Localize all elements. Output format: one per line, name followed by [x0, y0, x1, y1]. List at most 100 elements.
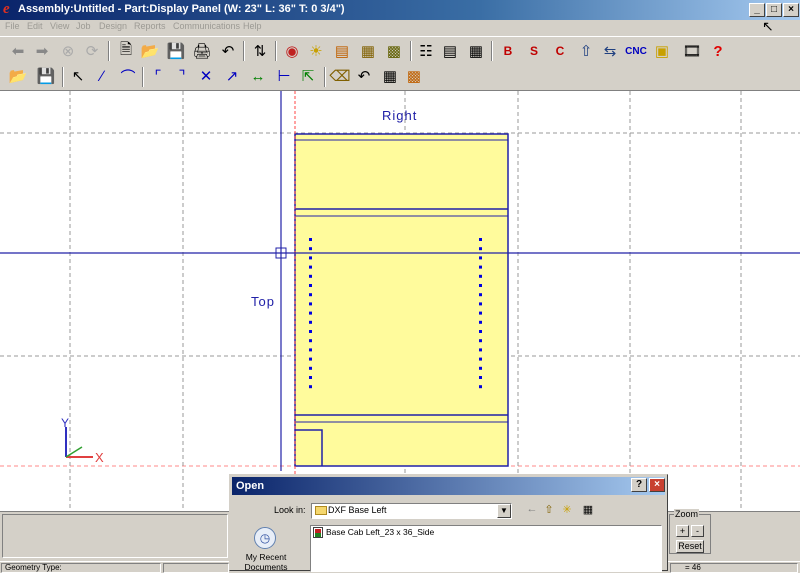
cabinet-icon[interactable]: ▦ [356, 40, 380, 62]
transfer-icon[interactable]: ⇆ [598, 40, 622, 62]
panel-stack-icon[interactable]: ▩ [382, 40, 406, 62]
back-folder-icon[interactable]: ← [524, 501, 540, 517]
maximize-button[interactable]: □ [766, 3, 782, 17]
help-icon[interactable]: ? [706, 40, 730, 62]
shelf-hole [479, 366, 482, 370]
file-name: Base Cab Left_23 x 36_Side [326, 527, 435, 537]
y-axis-label: Y [61, 416, 70, 430]
shelf-hole [479, 357, 482, 361]
up-folder-icon[interactable]: ⇧ [541, 501, 557, 517]
title-bar: e Assembly:Untitled - Part:Display Panel… [0, 0, 800, 20]
undo-draw-icon[interactable]: ↶ [352, 65, 376, 87]
select-pointer-icon[interactable]: ↖ [66, 65, 90, 87]
dxf-file-icon [313, 527, 323, 538]
dimension-tool-icon[interactable]: ↔ [246, 65, 270, 87]
menu-design[interactable]: Design [99, 21, 127, 31]
cnc-button[interactable]: CNC [624, 40, 648, 62]
chevron-down-icon[interactable]: ▼ [497, 504, 511, 518]
recent-documents-icon[interactable]: ◷ [254, 527, 276, 549]
menu-edit[interactable]: Edit [27, 21, 43, 31]
s-report-icon[interactable]: S [522, 40, 546, 62]
menu-file[interactable]: File [5, 21, 20, 31]
save-part-icon[interactable]: 💾 [34, 65, 58, 87]
shelf-hole [309, 330, 312, 333]
view-label-right: Right [382, 108, 418, 123]
drawing-toolbar: 📂 💾 ↖ ∕ ⌒ ⌜ ⌝ ✕ ↗ ↔ ⊢ ⇱ ⌫ ↶ ▦ ▩ [0, 64, 800, 91]
new-file-icon[interactable]: 🗎 [114, 40, 138, 62]
layers-icon[interactable]: ▩ [402, 65, 426, 87]
shelf-hole [309, 238, 312, 241]
shelf-hole [479, 330, 482, 333]
parts-list-icon[interactable]: ▤ [438, 40, 462, 62]
separator [243, 41, 245, 61]
view-menu-icon[interactable]: ▦ [578, 501, 598, 517]
print-icon[interactable]: 🖨 [190, 40, 214, 62]
move-tool-icon[interactable]: ⇱ [296, 65, 320, 87]
dialog-title: Open [236, 480, 265, 492]
shelf-hole [309, 339, 312, 343]
fillet-tool-icon[interactable]: ⌜ [146, 65, 170, 87]
minimize-button[interactable]: _ [749, 3, 765, 17]
shelf-hole [479, 284, 482, 287]
round-corner-icon[interactable]: ⌝ [170, 65, 194, 87]
material-icon[interactable]: ◉ [280, 40, 304, 62]
shelf-hole [479, 339, 482, 343]
grid-report-icon[interactable]: ▦ [464, 40, 488, 62]
eraser-icon[interactable]: ⌫ [328, 65, 352, 87]
shelf-hole [479, 238, 482, 241]
new-folder-icon[interactable]: ✳ [559, 501, 575, 517]
c-report-icon[interactable]: C [548, 40, 572, 62]
shelf-hole [309, 265, 312, 269]
offset-tool-icon[interactable]: ⊢ [272, 65, 296, 87]
undo-icon[interactable]: ↶ [216, 40, 240, 62]
grid-toggle-icon[interactable]: ▦ [378, 65, 402, 87]
stop-icon[interactable]: ⊗ [56, 40, 80, 62]
arc-tool-icon[interactable]: ⌒ [116, 65, 140, 87]
file-list[interactable]: Base Cab Left_23 x 36_Side [310, 525, 662, 572]
calculator-icon[interactable]: ☷ [414, 40, 438, 62]
close-button[interactable]: × [783, 3, 799, 17]
rendering-icon[interactable]: ▤ [330, 40, 354, 62]
trim-tool-icon[interactable]: ✕ [194, 65, 218, 87]
line-tool-icon[interactable]: ∕ [90, 65, 114, 87]
forward-icon[interactable]: ➡ [30, 40, 54, 62]
place-recent-documents[interactable]: My Recent Documents [236, 552, 296, 572]
save-icon[interactable]: 💾 [164, 40, 188, 62]
shelf-hole [309, 302, 312, 306]
zoom-out-button[interactable]: - [691, 525, 704, 537]
back-icon[interactable]: ⬅ [6, 40, 30, 62]
main-toolbar: ⬅ ➡ ⊗ ⟳ 🗎 📂 💾 🖨 ↶ ⇅ ◉ ☀ ▤ ▦ ▩ ☷ ▤ ▦ B S … [0, 36, 800, 65]
shelf-hole [479, 265, 482, 269]
shelf-hole [479, 274, 482, 278]
separator [62, 67, 64, 87]
menu-help[interactable]: Help [243, 21, 262, 31]
dialog-help-button[interactable]: ? [631, 478, 647, 492]
palette-icon[interactable]: ▣ [650, 40, 674, 62]
x-axis-label: X [95, 450, 104, 465]
zoom-reset-button[interactable]: Reset [676, 540, 704, 553]
light-icon[interactable]: ☀ [304, 40, 328, 62]
drawing-canvas[interactable]: Right Top Y X [0, 91, 800, 511]
menu-communications[interactable]: Communications [173, 21, 240, 31]
z-axis-line [65, 446, 83, 458]
menu-reports[interactable]: Reports [134, 21, 166, 31]
menu-bar: File Edit View Job Design Reports Commun… [0, 20, 800, 35]
extend-tool-icon[interactable]: ↗ [220, 65, 244, 87]
film-icon[interactable]: 🎞 [680, 40, 704, 62]
adjust-icon[interactable]: ⇅ [248, 40, 272, 62]
shelf-hole [309, 293, 312, 297]
look-in-combo[interactable]: DXF Base Left ▼ [311, 503, 512, 519]
shelf-hole [479, 320, 482, 324]
menu-job[interactable]: Job [76, 21, 91, 31]
folder-icon [315, 506, 327, 515]
refresh-icon[interactable]: ⟳ [80, 40, 104, 62]
menu-view[interactable]: View [50, 21, 69, 31]
look-in-label: Look in: [274, 505, 306, 515]
zoom-in-button[interactable]: + [676, 525, 689, 537]
export-icon[interactable]: ⇧ [574, 40, 598, 62]
open-part-icon[interactable]: 📂 [6, 65, 30, 87]
mouse-cursor-icon: ↖ [762, 18, 774, 34]
dialog-close-button[interactable]: × [649, 478, 665, 492]
open-folder-icon[interactable]: 📂 [138, 40, 162, 62]
b-report-icon[interactable]: B [496, 40, 520, 62]
